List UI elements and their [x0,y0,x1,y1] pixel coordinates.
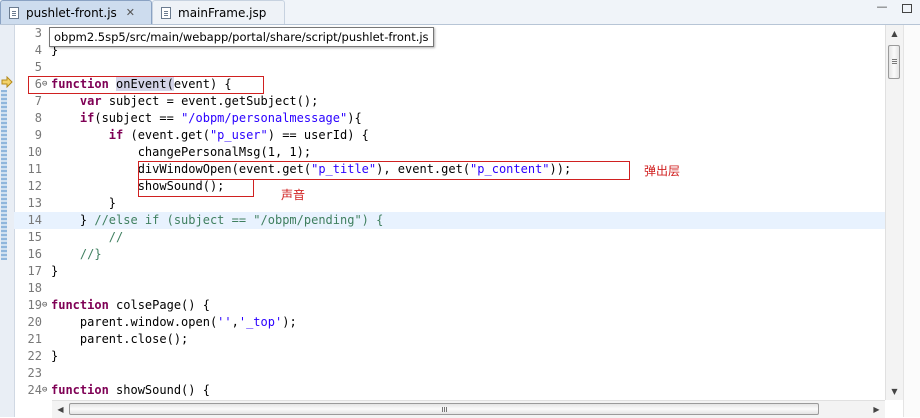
line-number: 14 [27,213,42,227]
code-text: } //else if (subject == "/obpm/pending")… [51,213,384,227]
code-line[interactable]: 20 parent.window.open('','_top'); [14,314,885,331]
code-text: if(subject == "/obpm/personalmessage"){ [79,111,362,125]
code-text: } [51,264,59,278]
code-text: //} [79,247,102,261]
code-line[interactable]: 9 if (event.get("p_user") == userId) { [14,127,885,144]
line-number: 15 [27,230,42,244]
line-number: 13 [27,196,42,210]
annotation-sound: 声音 [281,188,306,202]
line-number: 18 [27,281,42,295]
code-line[interactable]: 24 ⊖ function showSound() { [14,382,885,399]
change-ruler-stripe [1,90,7,260]
code-text: function showSound() { [51,383,210,397]
fold-toggle-icon[interactable]: ⊖ [42,301,47,310]
code-text: parent.close(); [51,332,189,346]
overview-ruler [903,25,920,417]
editor-window-controls: — [876,1,912,14]
code-text: parent.window.open('','_top'); [51,315,297,329]
code-line[interactable]: 10 changePersonalMsg(1, 1); [14,144,885,161]
line-number: 7 [34,94,42,108]
code-line[interactable]: 23 [14,365,885,382]
scroll-down-icon[interactable]: ▼ [886,383,903,400]
annotation-ruler [0,25,15,417]
code-text: } [51,196,117,210]
line-number: 4 [34,43,42,57]
line-number: 19 [27,298,42,312]
tab-label: mainFrame.jsp [178,5,267,20]
editor-tab-bar: pushlet-front.js ✕ mainFrame.jsp — [0,0,920,25]
code-line[interactable]: 14 } //else if (subject == "/obpm/pendin… [14,212,885,229]
fold-toggle-icon[interactable]: ⊖ [42,386,47,395]
minimize-icon[interactable]: — [876,1,888,14]
line-number: 9 [34,128,42,142]
line-number: 17 [27,264,42,278]
code-text: function colsePage() { [51,298,210,312]
code-line[interactable]: 5 [14,59,885,76]
line-number: 3 [34,26,42,40]
code-line[interactable]: 22} [14,348,885,365]
jsp-file-icon [161,6,171,19]
current-instruction-arrow-icon [1,76,13,88]
file-path-tooltip: obpm2.5sp5/src/main/webapp/portal/share/… [49,27,434,47]
line-number: 10 [27,145,42,159]
code-line[interactable]: 7 var subject = event.getSubject(); [14,93,885,110]
vertical-scroll-thumb[interactable] [888,45,900,79]
line-number: 11 [27,162,42,176]
code-line[interactable]: 15 // [14,229,885,246]
code-text: changePersonalMsg(1, 1); [51,145,312,159]
scroll-left-icon[interactable]: ◀ [52,401,69,418]
code-line[interactable]: 8 if(subject == "/obpm/personalmessage")… [14,110,885,127]
code-line[interactable]: 17} [14,263,885,280]
vertical-scrollbar[interactable]: ▲ ▼ [885,25,903,400]
code-line[interactable]: 16 //} [14,246,885,263]
line-number: 5 [34,60,42,74]
annotation-popup-layer: 弹出层 [644,164,681,178]
code-text: // [108,230,124,244]
tab-pushlet-front-js[interactable]: pushlet-front.js ✕ [0,0,152,24]
line-number: 20 [27,315,42,329]
code-text: } [51,349,59,363]
horizontal-scroll-thumb[interactable] [69,403,819,415]
annotation-box-onevent [28,76,264,94]
js-file-icon [9,6,19,19]
scroll-up-icon[interactable]: ▲ [886,25,903,42]
code-text: var subject = event.getSubject(); [79,94,319,108]
code-line[interactable]: 13 } [14,195,885,212]
annotation-box-divwindowopen [138,161,630,180]
scroll-right-icon[interactable]: ▶ [868,401,885,418]
line-number: 22 [27,349,42,363]
code-line[interactable]: 18 [14,280,885,297]
line-number: 8 [34,111,42,125]
code-line[interactable]: 21 parent.close(); [14,331,885,348]
annotation-box-showsound [138,179,254,197]
line-number: 24 [27,383,42,397]
line-number: 12 [27,179,42,193]
tab-label: pushlet-front.js [26,5,117,20]
tab-mainframe-jsp[interactable]: mainFrame.jsp [152,0,285,24]
line-number: 23 [27,366,42,380]
close-tab-icon[interactable]: ✕ [126,6,135,19]
code-editor[interactable]: 3 4} 5 6 ⊖ function onEvent(event) {7 var sub… [0,25,920,418]
code-line[interactable]: 19 ⊖ function colsePage() { [14,297,885,314]
line-number: 16 [27,247,42,261]
maximize-icon[interactable] [902,4,912,13]
horizontal-scrollbar[interactable]: ◀ ▶ [52,400,885,418]
code-text: if (event.get("p_user") == userId) { [108,128,369,142]
line-number: 21 [27,332,42,346]
